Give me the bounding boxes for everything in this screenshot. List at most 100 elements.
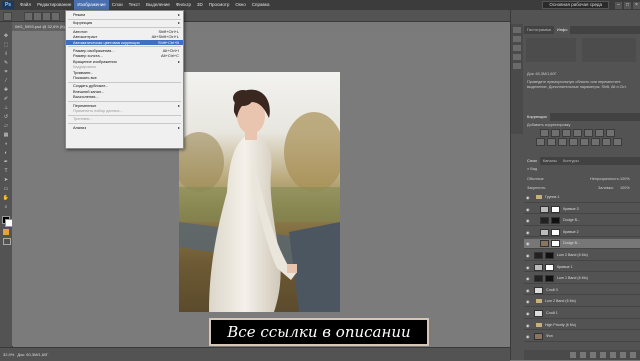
workspace-select[interactable]: Основная рабочая среда (542, 1, 609, 9)
visibility-eye-icon[interactable]: ◉ (526, 207, 530, 212)
minimize-button[interactable]: – (615, 1, 622, 9)
mask-icon[interactable] (590, 352, 596, 358)
adjustment-icon[interactable] (569, 138, 578, 146)
layer-row[interactable]: ◉ Группа 1 (524, 193, 640, 203)
actions-panel-icon[interactable] (513, 36, 521, 42)
tab-adjustments[interactable]: Коррекция (524, 113, 550, 121)
adjustment-icon[interactable] (536, 138, 545, 146)
hand-tool-icon[interactable]: ✋ (2, 195, 10, 201)
menu-item-2[interactable]: Изображение (74, 0, 109, 10)
image-menu-item[interactable]: Показать все (66, 75, 183, 80)
layer-mask-thumbnail[interactable] (545, 252, 554, 259)
path-select-tool-icon[interactable]: ➤ (2, 177, 10, 183)
gradient-tool-icon[interactable]: ▦ (2, 132, 10, 138)
menu-item-3[interactable]: Слои (109, 0, 126, 10)
adjustment-icon[interactable] (591, 138, 600, 146)
blend-mode-select[interactable]: Обычные (527, 177, 544, 181)
zoom-tool-icon[interactable]: ⌕ (2, 204, 10, 210)
layer-mask-thumbnail[interactable] (551, 240, 560, 248)
properties-panel-icon[interactable] (513, 45, 521, 51)
visibility-eye-icon[interactable]: ◉ (526, 265, 530, 270)
adjustment-icon[interactable] (551, 129, 560, 137)
adjustment-icon[interactable] (606, 129, 615, 137)
adjustment-icon[interactable] (547, 138, 556, 146)
folder-icon[interactable] (610, 352, 616, 358)
subtract-selection-icon[interactable] (42, 12, 51, 21)
quick-select-tool-icon[interactable]: ✎ (2, 60, 10, 66)
visibility-eye-icon[interactable]: ◉ (526, 195, 530, 200)
layer-row[interactable]: ◉ Dodge B... (524, 239, 640, 249)
menu-item-0[interactable]: Файл (17, 0, 34, 10)
brush-panel-icon[interactable] (513, 54, 521, 60)
link-icon[interactable] (570, 352, 576, 358)
tab-histogram[interactable]: Гистограмма (524, 26, 554, 34)
screen-mode-icon[interactable] (3, 238, 11, 245)
image-menu-item[interactable]: Вычисления... (66, 94, 183, 99)
photo-canvas[interactable] (179, 72, 340, 312)
brush-tool-icon[interactable]: ✐ (2, 96, 10, 102)
move-tool-icon[interactable]: ✥ (2, 33, 10, 39)
tool-preset-icon[interactable] (3, 12, 12, 21)
layer-mask-thumbnail[interactable] (551, 228, 560, 236)
menu-item-9[interactable]: Окно (232, 0, 248, 10)
menu-item-6[interactable]: Фильтр (173, 0, 194, 10)
menu-item-10[interactable]: Справка (249, 0, 273, 10)
layer-row[interactable]: ◉ Кривые 3 (524, 205, 640, 215)
layer-mask-thumbnail[interactable] (551, 217, 560, 225)
image-menu-item[interactable]: Коррекция ▸ (66, 20, 183, 25)
new-selection-icon[interactable] (24, 12, 33, 21)
menu-item-5[interactable]: Выделение (143, 0, 173, 10)
adjustment-icon[interactable] (584, 129, 593, 137)
adjustment-icon[interactable] (595, 129, 604, 137)
trash-icon[interactable] (630, 352, 636, 358)
menu-item-8[interactable]: Просмотр (206, 0, 233, 10)
layer-row[interactable]: ◉ Dodge B... (524, 216, 640, 226)
image-menu-item[interactable]: Автоматическая цветовая коррекция Shift+C… (66, 39, 183, 45)
visibility-eye-icon[interactable]: ◉ (526, 323, 530, 328)
history-brush-tool-icon[interactable]: ↺ (2, 114, 10, 120)
layer-row[interactable]: ◉ Lum 2 Band (6 Mo) (524, 251, 640, 261)
layer-mask-thumbnail[interactable] (545, 275, 554, 283)
visibility-eye-icon[interactable]: ◉ (526, 253, 530, 258)
adjustment-icon[interactable] (613, 138, 622, 146)
adjustment-icon[interactable] (580, 138, 589, 146)
blur-tool-icon[interactable]: ◖ (2, 141, 10, 147)
adjustment-icon[interactable] (558, 138, 567, 146)
marquee-tool-icon[interactable]: ⬚ (2, 42, 10, 48)
type-tool-icon[interactable]: T (2, 168, 10, 174)
layer-row[interactable]: ◉ Слой 1 (524, 309, 640, 319)
visibility-eye-icon[interactable]: ◉ (526, 311, 530, 316)
intersect-selection-icon[interactable] (51, 12, 60, 21)
menu-item-7[interactable]: 3D (194, 0, 206, 10)
layer-filter-select[interactable]: Вид (530, 167, 537, 171)
document-tab[interactable]: IMG_5993.psd @ 32,6% (Кр (12, 22, 69, 31)
fx-icon[interactable] (580, 352, 586, 358)
dodge-tool-icon[interactable]: ◐ (2, 150, 10, 156)
visibility-eye-icon[interactable]: ◉ (526, 218, 530, 223)
healing-tool-icon[interactable]: ✚ (2, 87, 10, 93)
add-selection-icon[interactable] (33, 12, 42, 21)
tab-paths[interactable]: Контуры (560, 157, 582, 165)
adjustment-icon[interactable] (573, 129, 582, 137)
tab-layers[interactable]: Слои (524, 157, 540, 165)
layer-row[interactable]: ◉ Фон (524, 332, 640, 342)
lasso-tool-icon[interactable]: ℓ (2, 51, 10, 57)
fill-value[interactable]: 100% (620, 186, 630, 190)
menu-item-4[interactable]: Текст (126, 0, 143, 10)
new-layer-icon[interactable] (620, 352, 626, 358)
visibility-eye-icon[interactable]: ◉ (526, 334, 530, 339)
layer-row[interactable]: ◉ Кривые 2 (524, 228, 640, 238)
layer-mask-thumbnail[interactable] (551, 205, 560, 213)
layer-row[interactable]: ◉ High Priority (6 Mo) (524, 321, 640, 331)
close-button[interactable]: × (633, 1, 640, 9)
visibility-eye-icon[interactable]: ◉ (526, 299, 530, 304)
layer-row[interactable]: ◉ Кривые 1 (524, 263, 640, 273)
stamp-tool-icon[interactable]: ⊥ (2, 105, 10, 111)
tab-channels[interactable]: Каналы (540, 157, 560, 165)
shape-tool-icon[interactable]: ▭ (2, 186, 10, 192)
layer-row[interactable]: ◉ Lum 2 Band (6 Mo) (524, 297, 640, 307)
zoom-level[interactable]: 32,9% (3, 352, 14, 357)
layer-row[interactable]: ◉ Слой 3 (524, 286, 640, 296)
eraser-tool-icon[interactable]: ▱ (2, 123, 10, 129)
eyedropper-tool-icon[interactable]: ⁄ (2, 78, 10, 84)
